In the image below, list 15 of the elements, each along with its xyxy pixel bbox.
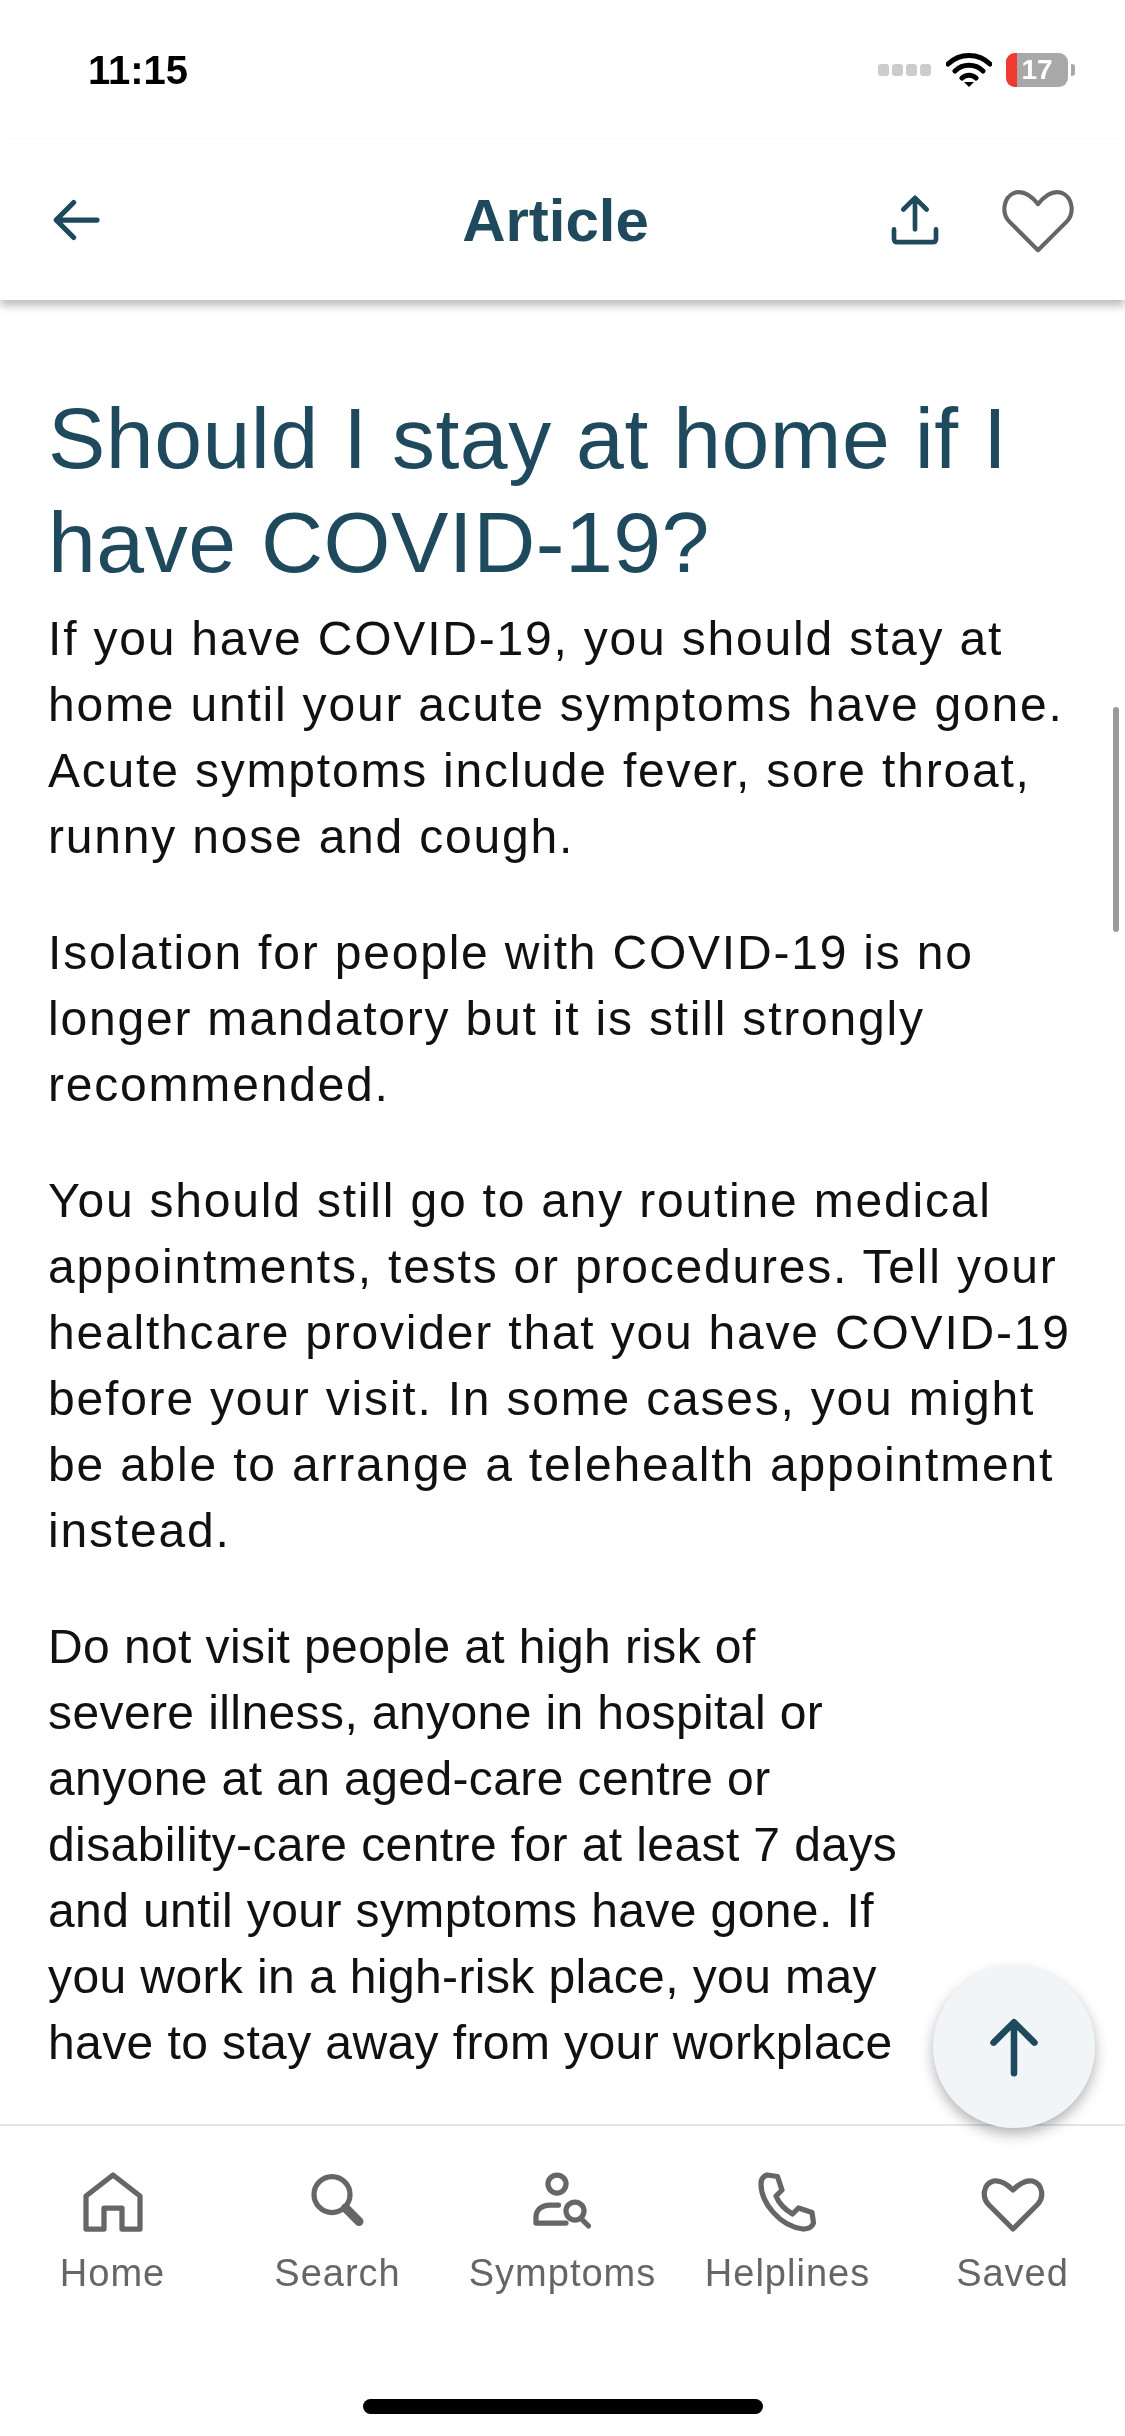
article-paragraph: Isolation for people with COVID-19 is no longer mandatory but it is still strongly recommended. [48,925,975,1113]
article-title: Should I stay at home if I have COVID-19? [48,389,1009,592]
tab-bar-item[interactable]: Home [0,2166,225,2295]
signal-icon [878,64,932,76]
scroll-to-top-button[interactable] [933,1966,1095,2128]
status-time: 11:15 [88,47,189,93]
tab-bar-item[interactable]: Symptoms [450,2166,675,2295]
page-title: Article [461,185,650,255]
article-paragraph: Do not visit people at high risk of severe illness, anyone in hospital or anyone at an aged-care centre or disability-care centre for at least 7 days and until your symptoms have gone. If you work in a high-risk place, you may have to stay away from your workplace [48,1619,899,2071]
article-paragraph: If you have COVID-19, you should stay at home until your acute symptoms have gone. Acute symptoms include fever, sore throat, runny nose and cough. [48,611,1065,865]
article-paragraph: You should still go to any routine medical appointments, tests or procedures. Tell your healthcare provider that you have COVID-19 before your visit. In some cases, you might be able to arrange a telehealth appointment instead. [48,1173,1072,1559]
tab-bar-item[interactable]: Helplines [675,2166,900,2295]
tab-bar-item[interactable]: Saved [900,2166,1125,2295]
wifi-icon [946,52,992,88]
tab-bar-item[interactable]: Search [225,2166,450,2295]
